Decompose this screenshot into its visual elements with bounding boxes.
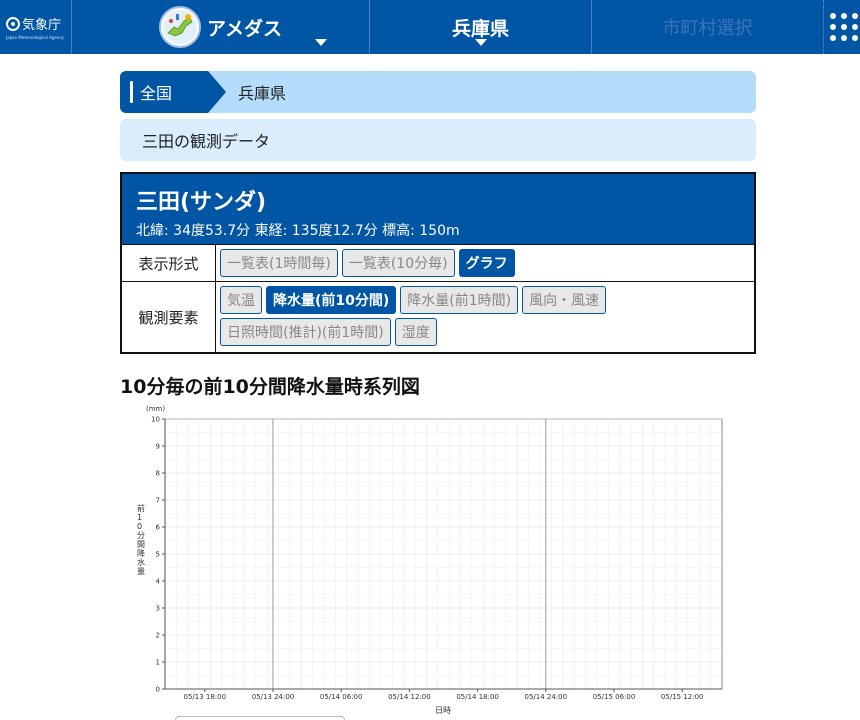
logo-subtext: Japan Meteorological Agency [6,35,64,40]
chevron-down-icon [315,39,327,46]
y-tick-label: 8 [156,470,160,478]
element-precip-10min-button[interactable]: 降水量(前10分間) [266,286,397,314]
element-sunshine-button[interactable]: 日照時間(推計)(前1時間) [220,318,391,346]
amedas-label: アメダス [206,17,283,40]
element-temperature-button[interactable]: 気温 [220,286,262,314]
amedas-map-icon [158,6,201,48]
station-panel: 三田(サンダ) 北緯: 34度53.7分 東経: 135度12.7分 標高: 1… [120,172,756,354]
x-tick-label: 05/14 06:00 [320,693,363,701]
format-10min-table-button[interactable]: 一覧表(10分毎) [341,249,455,277]
city-select[interactable]: 市町村選択 [592,0,824,54]
station-coords: 北緯: 34度53.7分 東経: 135度12.7分 標高: 150m [136,223,460,239]
breadcrumb-arrow-icon [208,71,226,113]
station-header: 三田(サンダ) 北緯: 34度53.7分 東経: 135度12.7分 標高: 1… [122,174,754,244]
breadcrumb-national[interactable]: 全国 [120,71,208,113]
x-tick-label: 05/14 18:00 [456,693,499,701]
y-tick-label: 1 [156,659,160,667]
x-tick-label: 05/15 12:00 [661,693,704,701]
prefecture-menu[interactable]: 兵庫県 [370,0,592,54]
y-axis-label: 前 1 0 分間降水量 [137,503,145,576]
y-tick-label: 9 [156,443,160,451]
y-tick-label: 5 [156,551,160,559]
y-tick-label: 7 [156,497,160,505]
x-tick-label: 05/14 24:00 [525,693,568,701]
chevron-down-icon [475,39,487,46]
jma-emblem-icon [6,16,20,31]
breadcrumb: 全国 兵庫県 [120,71,756,113]
x-tick-label: 05/13 18:00 [183,693,226,701]
x-tick-label: 05/14 12:00 [388,693,431,701]
chart-legend-box [175,716,345,720]
y-tick-label: 0 [156,686,160,694]
amedas-menu[interactable]: アメダス [72,0,370,54]
y-tick-label: 4 [156,578,161,586]
site-header: 気象庁 Japan Meteorological Agency アメダス 兵庫県… [0,0,860,54]
breadcrumb-national-label: 全国 [140,84,173,103]
chart-grid [164,418,723,690]
station-name: 三田(サンダ) [136,190,267,215]
y-axis-unit: (mm) [146,405,165,413]
logo-text: 気象庁 [22,18,62,33]
display-format-row: 表示形式 一覧表(1時間毎) 一覧表(10分毎) グラフ [122,244,754,281]
display-format-label: 表示形式 [122,245,216,281]
page-subtitle: 三田の観測データ [120,119,756,161]
element-wind-button[interactable]: 風向・風速 [522,286,607,314]
y-tick-label: 3 [156,605,160,613]
element-label: 観測要素 [122,282,216,352]
x-tick-label: 05/13 24:00 [252,693,295,701]
y-tick-label: 2 [156,632,160,640]
precipitation-chart: 0 1 2 3 4 5 6 7 8 9 10 05/13 18:00 05/13 24:00 05/14 … [137,405,723,715]
format-graph-button[interactable]: グラフ [458,249,515,277]
prefecture-label: 兵庫県 [451,17,509,40]
page-subtitle-text: 三田の観測データ [142,132,271,151]
element-row: 観測要素 気温 降水量(前10分間) 降水量(前1時間) 風向・風速 日照時間(… [122,281,754,352]
y-tick-label: 10 [151,416,160,424]
city-select-label: 市町村選択 [662,18,753,39]
x-axis-label: 日時 [435,706,451,715]
element-humidity-button[interactable]: 湿度 [394,318,437,346]
element-precip-1h-button[interactable]: 降水量(前1時間) [400,286,519,314]
format-hourly-table-button[interactable]: 一覧表(1時間毎) [220,249,338,277]
x-tick-label: 05/15 06:00 [593,693,636,701]
breadcrumb-prefecture[interactable]: 兵庫県 [238,80,286,104]
menu-grid-icon[interactable] [824,0,860,54]
chart-title: 10分毎の前10分間降水量時系列図 [120,376,420,398]
y-tick-label: 6 [156,524,161,532]
jma-logo[interactable]: 気象庁 Japan Meteorological Agency [0,0,72,54]
